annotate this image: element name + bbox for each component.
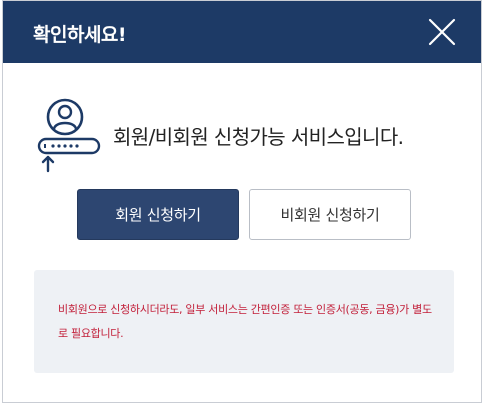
guest-apply-button[interactable]: 비회원 신청하기 [249,189,411,240]
headline-text: 회원/비회원 신청가능 서비스입니다. [113,125,404,149]
notice-text: 비회원으로 신청하시더라도, 일부 서비스는 간편인증 또는 인증서(공동, 금… [58,303,432,340]
close-icon [428,18,456,46]
dialog-title: 확인하세요! [33,24,127,46]
member-login-icon [37,98,101,173]
info-row: 회원/비회원 신청가능 서비스입니다. [35,97,455,177]
member-apply-button[interactable]: 회원 신청하기 [77,189,239,240]
notice-box: 비회원으로 신청하시더라도, 일부 서비스는 간편인증 또는 인증서(공동, 금… [34,270,454,373]
close-button[interactable] [427,17,457,47]
dialog-header: 확인하세요! [3,1,481,63]
confirm-dialog: 확인하세요! 회원/비회원 신청가능 서비스입니다. 회원 신청하기 비회원 신… [2,0,482,403]
